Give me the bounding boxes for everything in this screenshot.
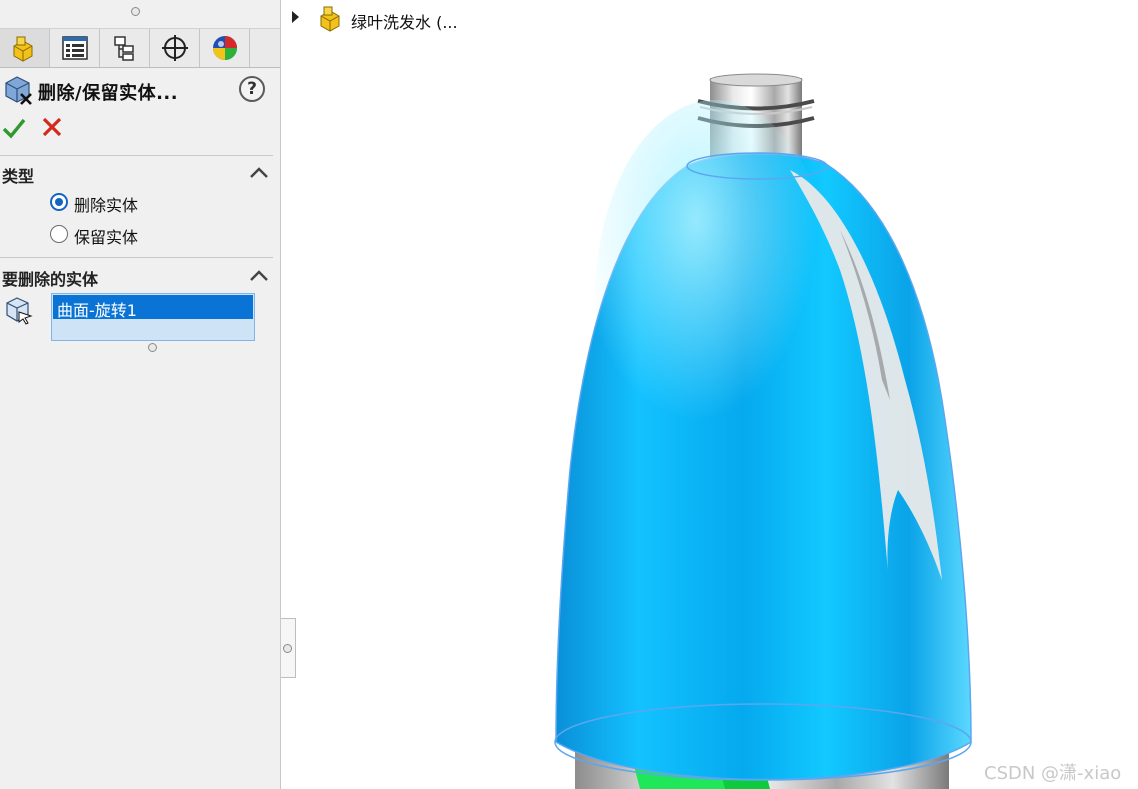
watermark: CSDN @潇-xiao (984, 763, 1122, 784)
manager-tabs (0, 28, 280, 68)
bodies-group-label: 要删除的实体 (2, 270, 99, 289)
type-group-header[interactable]: 类型 (0, 161, 273, 187)
tab-dimxpert-manager[interactable] (150, 29, 200, 67)
divider (0, 155, 273, 156)
delete-body-feature-icon (3, 74, 35, 110)
feature-title-row: 删除/保留实体... (0, 70, 280, 110)
part-icon (318, 4, 346, 36)
radio-label: 删除实体 (74, 196, 139, 215)
list-resize-grip[interactable] (148, 343, 157, 352)
radio-label: 保留实体 (74, 228, 139, 247)
panel-collapse-handle[interactable] (281, 618, 296, 678)
tab-property-manager[interactable] (50, 29, 100, 67)
solid-body-selection-icon (4, 295, 34, 329)
property-manager-panel: 删除/保留实体... ? 类型 删除实体 保留实体 要删除的实体 曲面-旋转1 (0, 0, 281, 789)
expand-arrow-icon[interactable] (291, 9, 301, 28)
part-name: 绿叶洗发水 (... (351, 13, 458, 32)
help-button[interactable]: ? (239, 76, 265, 102)
divider (0, 257, 273, 258)
bodies-selection-list[interactable]: 曲面-旋转1 (51, 293, 255, 341)
bodies-group-header[interactable]: 要删除的实体 (0, 264, 273, 290)
type-group-label: 类型 (2, 167, 35, 186)
radio-button[interactable] (50, 225, 68, 243)
grip-icon (283, 644, 292, 653)
tab-display-manager[interactable] (200, 29, 250, 67)
list-item[interactable]: 曲面-旋转1 (53, 295, 253, 320)
list-item-label: 曲面-旋转1 (57, 301, 137, 320)
graphics-viewport[interactable] (281, 0, 1138, 789)
tab-feature-manager[interactable] (0, 29, 50, 67)
ok-checkmark-icon[interactable] (2, 116, 26, 144)
tab-configuration-manager[interactable] (100, 29, 150, 67)
panel-resize-grip-top[interactable] (131, 7, 140, 16)
radio-button[interactable] (50, 193, 68, 211)
page-title: 删除/保留实体... (38, 83, 179, 104)
bottle-model[interactable] (281, 0, 1138, 789)
chevron-up-icon[interactable] (249, 163, 269, 187)
cancel-x-icon[interactable] (41, 116, 63, 142)
chevron-up-icon[interactable] (249, 266, 269, 290)
